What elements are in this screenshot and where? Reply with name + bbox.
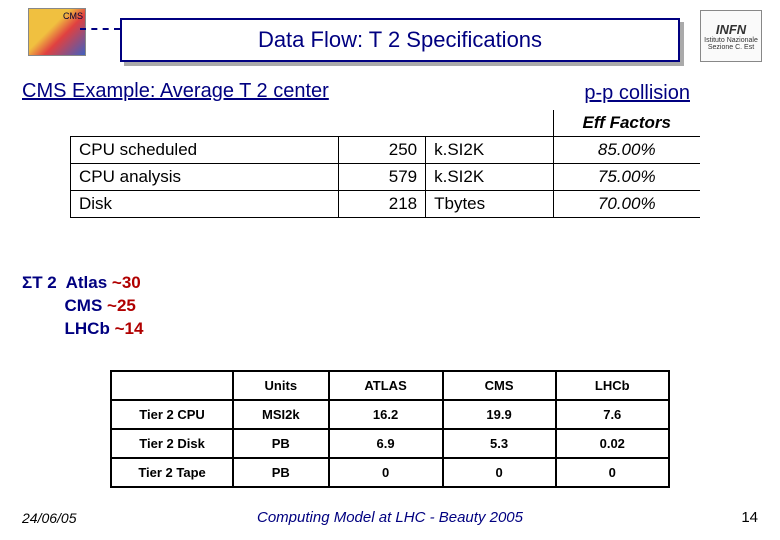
th: ATLAS (329, 371, 443, 400)
cms-logo-label: CMS (63, 11, 83, 21)
footer-title: Computing Model at LHC - Beauty 2005 (0, 509, 780, 526)
td: 16.2 (329, 400, 443, 429)
infn-logo: INFN Istituto Nazionale Sezione C. Est (700, 10, 762, 62)
infn-logo-top: INFN (716, 22, 746, 37)
td: 0 (329, 458, 443, 487)
sigma-name: CMS (65, 296, 103, 315)
subtitle: CMS Example: Average T 2 center (22, 80, 329, 103)
td: 6.9 (329, 429, 443, 458)
table-row: Disk 218 Tbytes 70.00% (71, 191, 701, 218)
table-row: Tier 2 Tape PB 0 0 0 (111, 458, 669, 487)
td: 0 (443, 458, 556, 487)
spec-name: CPU analysis (71, 164, 339, 191)
page-title: Data Flow: T 2 Specifications (258, 27, 542, 53)
table-header-row: Units ATLAS CMS LHCb (111, 371, 669, 400)
spec-eff: 75.00% (553, 164, 700, 191)
spec-unit: k.SI2K (426, 137, 553, 164)
sigma-prefix: ΣT 2 (22, 273, 57, 292)
sigma-val: ~30 (112, 273, 141, 292)
infn-logo-line2: Sezione C. Est (708, 44, 754, 51)
dash-line (80, 28, 120, 30)
spec-val: 218 (338, 191, 425, 218)
sigma-name: Atlas (66, 273, 108, 292)
sigma-name: LHCb (65, 319, 110, 338)
spec-name: CPU scheduled (71, 137, 339, 164)
footer-page: 14 (741, 509, 758, 526)
table-row: CPU analysis 579 k.SI2K 75.00% (71, 164, 701, 191)
collision-label: p-p collision (584, 82, 690, 105)
table-row: Tier 2 CPU MSI2k 16.2 19.9 7.6 (111, 400, 669, 429)
table-row: CPU scheduled 250 k.SI2K 85.00% (71, 137, 701, 164)
td: PB (233, 458, 328, 487)
spec-name: Disk (71, 191, 339, 218)
slide: CMS Data Flow: T 2 Specifications INFN I… (0, 0, 780, 540)
spec-val: 579 (338, 164, 425, 191)
td: MSI2k (233, 400, 328, 429)
spec-unit: k.SI2K (426, 164, 553, 191)
th: CMS (443, 371, 556, 400)
th: LHCb (556, 371, 669, 400)
td: PB (233, 429, 328, 458)
td: 7.6 (556, 400, 669, 429)
spec-unit: Tbytes (426, 191, 553, 218)
table-row: Tier 2 Disk PB 6.9 5.3 0.02 (111, 429, 669, 458)
spec-table: Eff Factors CPU scheduled 250 k.SI2K 85.… (70, 110, 700, 218)
sigma-val: ~14 (115, 319, 144, 338)
eff-header: Eff Factors (553, 110, 700, 137)
td: 19.9 (443, 400, 556, 429)
spec-val: 250 (338, 137, 425, 164)
infn-logo-line1: Istituto Nazionale (704, 37, 758, 44)
td: 5.3 (443, 429, 556, 458)
td: Tier 2 Tape (111, 458, 233, 487)
td: 0 (556, 458, 669, 487)
spec-eff: 85.00% (553, 137, 700, 164)
sigma-val: ~25 (107, 296, 136, 315)
title-bar: Data Flow: T 2 Specifications (120, 18, 680, 62)
td: Tier 2 CPU (111, 400, 233, 429)
spec-eff: 70.00% (553, 191, 700, 218)
th (111, 371, 233, 400)
td: Tier 2 Disk (111, 429, 233, 458)
sigma-block: ΣT 2 Atlas ~30 CMS ~25 LHCb ~14 (22, 272, 143, 341)
comparison-table: Units ATLAS CMS LHCb Tier 2 CPU MSI2k 16… (110, 370, 670, 488)
th: Units (233, 371, 328, 400)
td: 0.02 (556, 429, 669, 458)
cms-logo: CMS (28, 8, 86, 56)
